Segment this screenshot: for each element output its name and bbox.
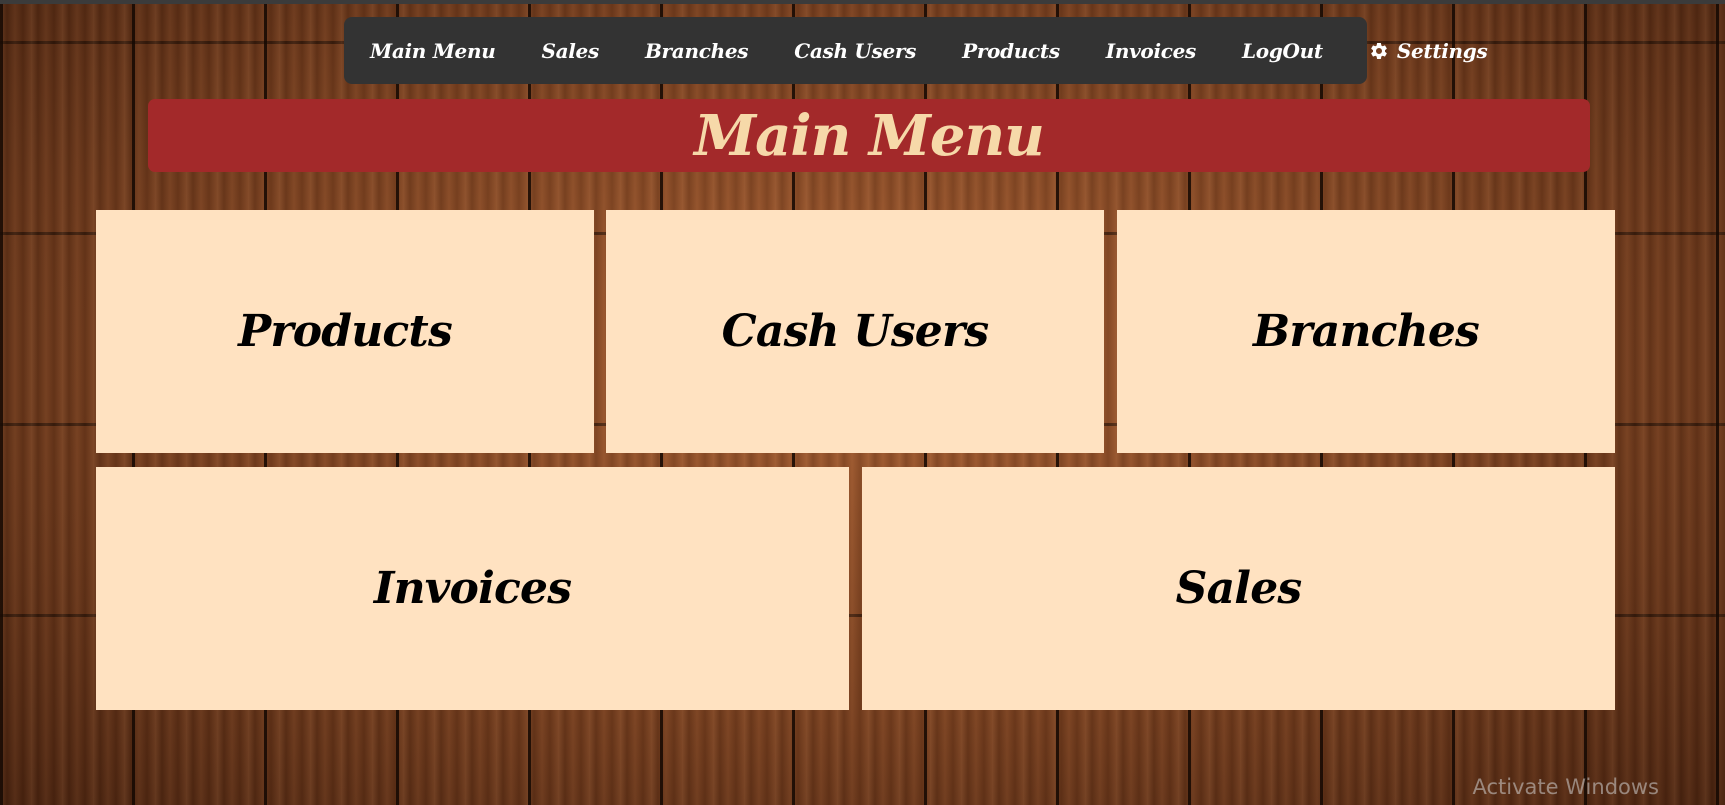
tile-label: Branches [1252, 306, 1480, 357]
nav-item-label: Branches [644, 38, 749, 63]
tile-label: Products [238, 306, 453, 357]
nav-item-branches[interactable]: Branches [644, 38, 749, 63]
nav-item-label: Settings [1396, 38, 1488, 63]
nav-item-label: Products [962, 38, 1060, 63]
page-title-banner: Main Menu [148, 99, 1590, 172]
nav-item-label: LogOut [1242, 38, 1323, 63]
tile-label: Sales [1175, 563, 1303, 614]
gear-icon [1369, 41, 1389, 61]
nav-item-settings[interactable]: Settings [1369, 39, 1488, 63]
top-navbar: Main Menu Sales Branches Cash Users Prod… [344, 17, 1488, 84]
page-title: Main Menu [694, 102, 1045, 169]
tile-label: Cash Users [721, 306, 990, 357]
tile-invoices[interactable]: Invoices [96, 467, 849, 710]
nav-item-sales[interactable]: Sales [541, 39, 599, 63]
tile-products[interactable]: Products [96, 210, 594, 453]
nav-item-label: Invoices [1105, 38, 1197, 63]
tile-sales[interactable]: Sales [862, 467, 1615, 710]
nav-item-invoices[interactable]: Invoices [1105, 38, 1197, 63]
window-top-border [0, 0, 1725, 4]
activate-windows-watermark: Activate Windows [1472, 775, 1659, 799]
tile-cash-users[interactable]: Cash Users [606, 210, 1104, 453]
nav-item-products[interactable]: Products [962, 39, 1060, 63]
tile-label: Invoices [373, 563, 572, 614]
nav-item-logout[interactable]: LogOut [1242, 39, 1323, 63]
nav-item-label: Sales [541, 38, 599, 63]
nav-item-label: Cash Users [794, 38, 917, 63]
nav-item-label: Main Menu [370, 38, 496, 63]
tile-branches[interactable]: Branches [1117, 210, 1615, 453]
nav-item-main-menu[interactable]: Main Menu [370, 38, 496, 63]
nav-item-cash-users[interactable]: Cash Users [794, 39, 916, 63]
